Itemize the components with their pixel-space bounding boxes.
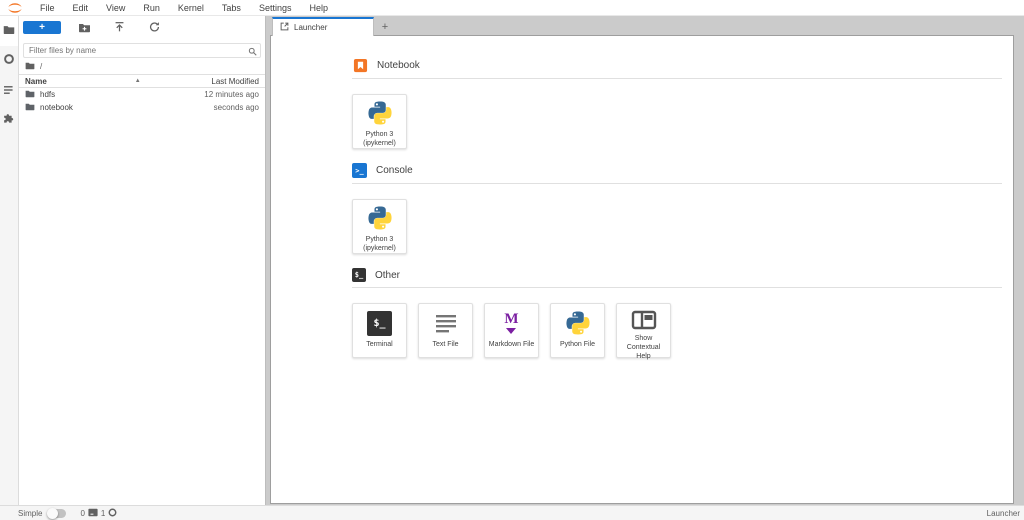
file-name: hdfs <box>40 90 55 99</box>
menu-bar: File Edit View Run Kernel Tabs Settings … <box>0 0 1024 16</box>
terminal-card-icon-wrap: $_ <box>367 309 392 337</box>
card-label: Terminal <box>364 340 394 349</box>
kernels-count: 1 <box>101 509 105 518</box>
tab-label: Launcher <box>294 23 327 32</box>
launcher-content-panel: Notebook Python 3 (ipykernel) >_ Console <box>270 35 1014 504</box>
sidebar-tab-file-browser[interactable] <box>0 16 18 46</box>
left-sidebar-strip <box>0 16 19 505</box>
card-label: Text File <box>430 340 460 349</box>
section-header-console: >_ Console <box>352 163 1002 184</box>
terminals-count: 0 <box>80 509 84 518</box>
terminal-icon: $_ <box>352 268 366 282</box>
breadcrumb: / <box>19 58 265 74</box>
launcher-icon <box>280 22 289 33</box>
refresh-icon[interactable] <box>142 21 166 33</box>
card-text-file[interactable]: Text File <box>418 303 473 358</box>
section-title: Other <box>375 270 400 281</box>
upload-icon[interactable] <box>107 21 131 33</box>
launcher-section-other: $_ Other $_ Terminal <box>352 268 1002 358</box>
section-title: Console <box>376 165 413 176</box>
file-modified: seconds ago <box>214 103 259 112</box>
card-python-file[interactable]: Python File <box>550 303 605 358</box>
text-file-icon <box>434 309 458 337</box>
add-tab-button[interactable]: + <box>374 17 396 36</box>
menu-run[interactable]: Run <box>134 0 169 16</box>
folder-icon <box>25 89 35 100</box>
card-console-python3[interactable]: Python 3 (ipykernel) <box>352 199 407 254</box>
section-header-notebook: Notebook <box>352 57 1002 79</box>
listing-header[interactable]: Name ▲ Last Modified <box>19 74 265 88</box>
notebook-icon <box>352 57 368 73</box>
new-launcher-button[interactable]: + <box>23 21 61 34</box>
python-logo-icon <box>565 309 591 337</box>
tab-launcher[interactable]: Launcher <box>272 17 374 36</box>
card-label: Python 3 (ipykernel) <box>353 130 406 148</box>
extensions-icon <box>3 112 15 130</box>
python-logo-icon <box>367 100 393 127</box>
file-row-hdfs[interactable]: hdfs 12 minutes ago <box>19 88 265 101</box>
section-header-other: $_ Other <box>352 268 1002 288</box>
jupyter-logo-icon <box>5 1 25 15</box>
menu-file[interactable]: File <box>31 0 64 16</box>
card-notebook-python3[interactable]: Python 3 (ipykernel) <box>352 94 407 149</box>
file-row-notebook[interactable]: notebook seconds ago <box>19 101 265 114</box>
launcher-section-console: >_ Console Python 3 (ipykernel) <box>352 163 1002 254</box>
card-row-console: Python 3 (ipykernel) <box>352 199 1002 254</box>
kernel-status-icon <box>108 508 117 519</box>
card-label: Markdown File <box>487 340 537 349</box>
menu-edit[interactable]: Edit <box>64 0 98 16</box>
card-row-notebook: Python 3 (ipykernel) <box>352 94 1002 149</box>
file-name: notebook <box>40 103 73 112</box>
card-row-other: $_ Terminal <box>352 303 1002 358</box>
terminal-status-icon <box>88 508 98 519</box>
menu-tabs[interactable]: Tabs <box>213 0 250 16</box>
file-browser-toolbar: + <box>19 16 265 38</box>
file-browser-panel: + / Name ▲ <box>19 16 266 505</box>
folder-icon <box>25 102 35 113</box>
menu-items: File Edit View Run Kernel Tabs Settings … <box>31 0 337 15</box>
current-activity-label: Launcher <box>987 509 1020 518</box>
filter-files-input[interactable] <box>23 43 261 58</box>
sort-arrow-icon: ▲ <box>135 78 141 84</box>
status-bar: Simple 0 1 Launcher <box>0 505 1024 520</box>
launcher-section-notebook: Notebook Python 3 (ipykernel) <box>352 57 1002 149</box>
filter-files-field <box>23 40 261 58</box>
card-show-contextual-help[interactable]: Show Contextual Help <box>616 303 671 358</box>
console-icon: >_ <box>352 163 367 178</box>
simple-mode-label: Simple <box>18 509 42 518</box>
menu-help[interactable]: Help <box>300 0 337 16</box>
tab-bar: Launcher + <box>266 16 1024 36</box>
column-name[interactable]: Name <box>25 77 47 86</box>
card-label: Show Contextual Help <box>617 334 670 361</box>
card-label: Python 3 (ipykernel) <box>353 235 406 253</box>
home-folder-icon[interactable] <box>25 61 35 72</box>
markdown-icon: M <box>504 309 518 337</box>
menu-view[interactable]: View <box>97 0 134 16</box>
sidebar-tab-running-sessions[interactable] <box>0 46 18 76</box>
sidebar-tab-table-of-contents[interactable] <box>0 76 18 106</box>
running-sessions-status[interactable]: 0 1 <box>80 508 117 519</box>
menu-kernel[interactable]: Kernel <box>169 0 213 16</box>
column-last-modified[interactable]: Last Modified <box>211 77 259 86</box>
breadcrumb-root[interactable]: / <box>40 62 42 71</box>
card-markdown-file[interactable]: M Markdown File <box>484 303 539 358</box>
sidebar-tab-extensions[interactable] <box>0 106 18 136</box>
launcher: Notebook Python 3 (ipykernel) >_ Console <box>271 36 1013 358</box>
folder-icon <box>3 22 15 40</box>
menu-settings[interactable]: Settings <box>250 0 301 16</box>
section-title: Notebook <box>377 60 420 71</box>
new-folder-icon[interactable] <box>72 22 96 33</box>
python-logo-icon <box>367 205 393 232</box>
main-dock-area: Launcher + Notebook <box>266 16 1024 505</box>
search-icon <box>248 43 257 61</box>
toggle-knob <box>47 508 58 519</box>
terminal-icon: $_ <box>367 311 392 336</box>
running-sessions-icon <box>3 52 15 70</box>
card-terminal[interactable]: $_ Terminal <box>352 303 407 358</box>
table-of-contents-icon <box>3 82 15 100</box>
simple-mode-toggle[interactable] <box>48 509 66 518</box>
card-label: Python File <box>558 340 597 349</box>
contextual-help-icon <box>631 309 657 331</box>
file-modified: 12 minutes ago <box>204 90 259 99</box>
